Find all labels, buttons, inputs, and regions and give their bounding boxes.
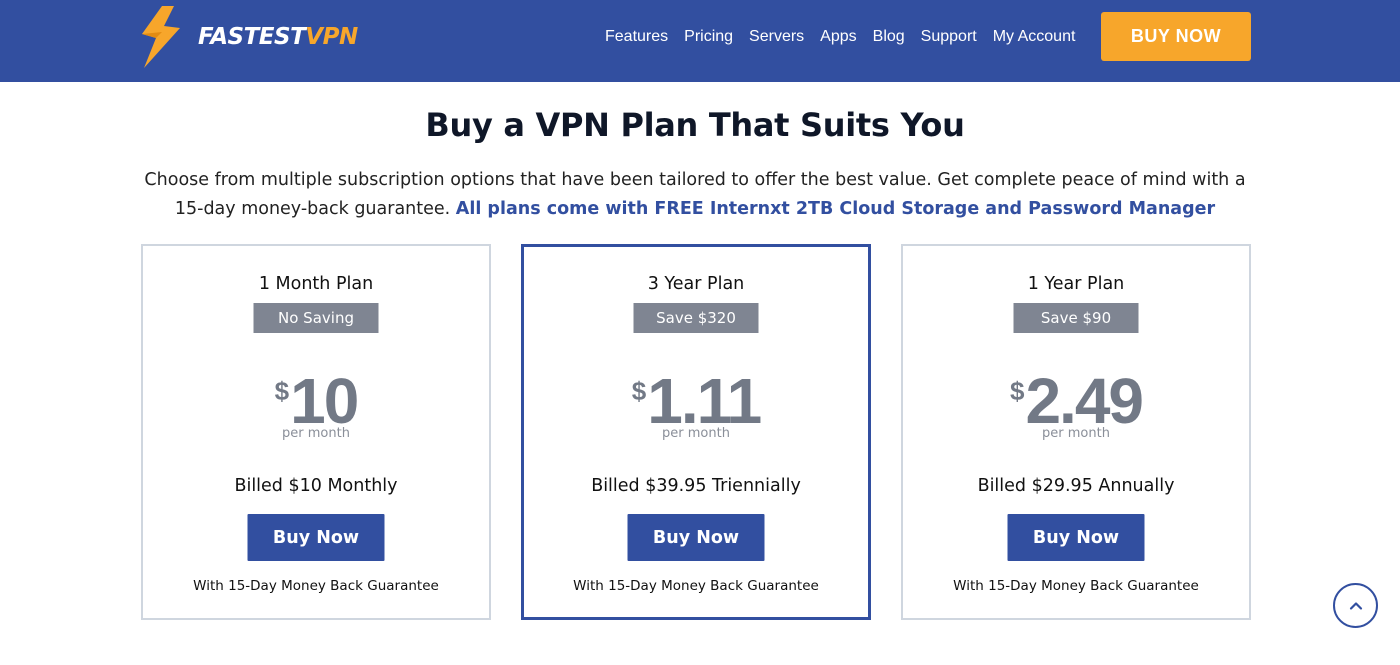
billing-info: Billed $10 Monthly xyxy=(234,476,398,496)
billing-info: Billed $29.95 Annually xyxy=(977,476,1175,496)
savings-badge: Save $320 xyxy=(633,303,759,333)
currency-symbol: $ xyxy=(1009,376,1025,406)
logo[interactable]: FASTESTVPN xyxy=(140,4,358,70)
plan-card-1-year: 1 Year Plan Save $90 $ 2.49 per month Bi… xyxy=(901,244,1251,620)
price-period: per month xyxy=(662,426,730,441)
nav-blog[interactable]: Blog xyxy=(873,28,905,46)
logo-text-fastest: FASTEST xyxy=(198,24,306,50)
plan-name: 3 Year Plan xyxy=(647,274,745,294)
price-period: per month xyxy=(1042,426,1110,441)
site-header: FASTESTVPN Features Pricing Servers Apps… xyxy=(0,0,1400,82)
nav-my-account[interactable]: My Account xyxy=(993,28,1076,46)
nav-features[interactable]: Features xyxy=(605,28,668,46)
plan-name: 1 Year Plan xyxy=(1027,274,1125,294)
guarantee-text: With 15-Day Money Back Guarantee xyxy=(953,578,1199,594)
page-title: Buy a VPN Plan That Suits You xyxy=(425,106,965,144)
page-subtitle: Choose from multiple subscription option… xyxy=(140,166,1250,223)
buy-now-button[interactable]: Buy Now xyxy=(627,514,765,561)
savings-badge: Save $90 xyxy=(1013,303,1139,333)
nav-pricing[interactable]: Pricing xyxy=(684,28,733,46)
price-period: per month xyxy=(282,426,350,441)
plan-card-1-month: 1 Month Plan No Saving $ 10 per month Bi… xyxy=(141,244,491,620)
logo-text: FASTESTVPN xyxy=(198,24,358,50)
buy-now-button[interactable]: Buy Now xyxy=(247,514,385,561)
guarantee-text: With 15-Day Money Back Guarantee xyxy=(573,578,819,594)
billing-info: Billed $39.95 Triennially xyxy=(591,476,801,496)
lightning-bolt-icon xyxy=(142,6,180,68)
currency-symbol: $ xyxy=(631,376,647,406)
logo-text-vpn: VPN xyxy=(305,24,358,50)
chevron-up-icon xyxy=(1349,601,1362,610)
nav-servers[interactable]: Servers xyxy=(749,28,804,46)
savings-badge: No Saving xyxy=(253,303,379,333)
buy-now-button[interactable]: Buy Now xyxy=(1007,514,1145,561)
guarantee-text: With 15-Day Money Back Guarantee xyxy=(193,578,439,594)
nav-support[interactable]: Support xyxy=(921,28,977,46)
main-nav: Features Pricing Servers Apps Blog Suppo… xyxy=(597,24,1083,50)
subtitle-highlight: All plans come with FREE Internxt 2TB Cl… xyxy=(455,198,1216,219)
plan-name: 1 Month Plan xyxy=(258,274,374,294)
nav-apps[interactable]: Apps xyxy=(820,28,856,46)
header-buy-now-button[interactable]: BUY NOW xyxy=(1101,12,1251,61)
scroll-to-top-button[interactable] xyxy=(1333,583,1378,628)
plan-card-3-year: 3 Year Plan Save $320 $ 1.11 per month B… xyxy=(521,244,871,620)
currency-symbol: $ xyxy=(274,376,290,406)
